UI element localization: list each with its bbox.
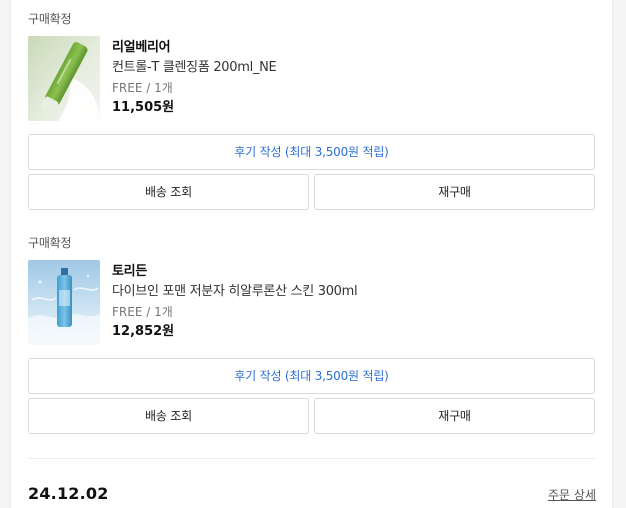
product-thumbnail[interactable] xyxy=(28,260,100,345)
product-brand[interactable]: 리얼베리어 xyxy=(112,38,276,58)
write-review-button[interactable]: 후기 작성 (최대 3,500원 적립) xyxy=(28,358,595,394)
order-detail-link[interactable]: 주문 상세 xyxy=(548,486,596,503)
product-thumbnail[interactable] xyxy=(28,36,100,121)
product-info: 토리든 다이브인 포맨 저분자 히알루론산 스킨 300ml FREE / 1개… xyxy=(112,262,358,342)
order-date: 24.12.02 xyxy=(28,484,109,503)
write-review-button[interactable]: 후기 작성 (최대 3,500원 적립) xyxy=(28,134,595,170)
blue-toner-bottle-image xyxy=(28,260,100,345)
reorder-button[interactable]: 재구매 xyxy=(314,174,595,210)
order-list-panel: 구매확정 리얼베리어 컨트롤-T 클렌징폼 200ml_NE FREE / 1개… xyxy=(10,0,613,508)
product-price: 11,505원 xyxy=(112,100,175,115)
product-brand[interactable]: 토리든 xyxy=(112,262,357,282)
product-name[interactable]: 컨트롤-T 클렌징폼 200ml_NE xyxy=(112,58,277,78)
order-status: 구매확정 xyxy=(28,236,72,250)
product-option: FREE / 1개 xyxy=(112,305,173,319)
section-divider xyxy=(28,458,595,459)
reorder-button[interactable]: 재구매 xyxy=(314,398,595,434)
product-option: FREE / 1개 xyxy=(112,81,173,95)
product-name[interactable]: 다이브인 포맨 저분자 히알루론산 스킨 300ml xyxy=(112,282,358,302)
product-price: 12,852원 xyxy=(112,324,175,339)
order-status: 구매확정 xyxy=(28,12,72,26)
track-shipping-button[interactable]: 배송 조회 xyxy=(28,398,309,434)
product-info: 리얼베리어 컨트롤-T 클렌징폼 200ml_NE FREE / 1개 11,5… xyxy=(112,38,277,118)
track-shipping-button[interactable]: 배송 조회 xyxy=(28,174,309,210)
green-cleansing-foam-tube-image xyxy=(28,36,100,121)
